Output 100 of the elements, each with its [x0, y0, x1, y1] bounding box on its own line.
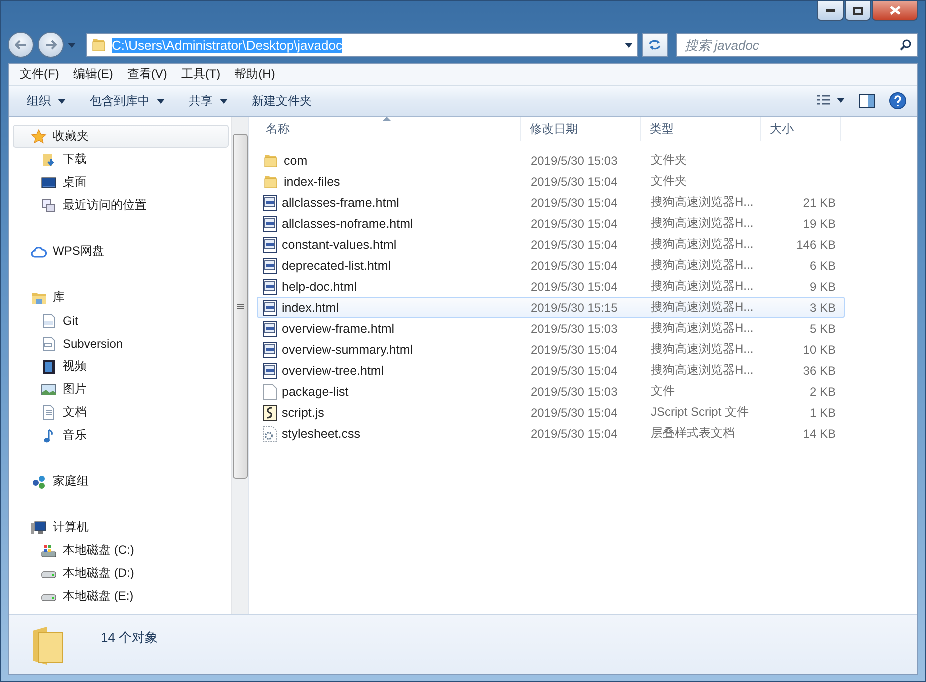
star-icon [31, 128, 47, 144]
file-type: 搜狗高速浏览器H... [650, 194, 755, 211]
navigation-item[interactable]: WPS网盘 [13, 240, 229, 263]
navigation-item[interactable]: 家庭组 [13, 470, 229, 493]
modified-date: 2019/5/30 15:04 [530, 196, 619, 210]
homegroup-icon [31, 474, 47, 490]
file-row[interactable]: overview-summary.html 2019/5/30 15:04 搜狗高速浏览器H... 10 KB [257, 339, 845, 360]
navigation-item[interactable]: Git [13, 309, 229, 332]
column-header[interactable]: 修改日期 [521, 117, 641, 141]
navigation-item[interactable]: 本地磁盘 (D:) [13, 562, 229, 585]
file-size: 9 KB [808, 280, 837, 294]
menu-item[interactable]: 查看(V) [120, 66, 174, 83]
scrollbar[interactable] [231, 117, 248, 614]
minimize-icon [826, 9, 835, 12]
help-icon[interactable] [889, 92, 907, 110]
modified-date: 2019/5/30 15:04 [530, 216, 619, 230]
file-name: allclasses-noframe.html [282, 216, 414, 230]
close-button[interactable] [872, 1, 918, 21]
file-size: 2 KB [808, 384, 837, 398]
file-row[interactable]: help-doc.html 2019/5/30 15:04 搜狗高速浏览器H... 9 KB [257, 276, 845, 297]
navigation-item[interactable]: 本地磁盘 (E:) [13, 585, 229, 608]
navigation-item[interactable]: 音乐 [13, 424, 229, 447]
navigation-label: 本地磁盘 (C:) [63, 542, 134, 559]
folder-icon [91, 37, 107, 53]
file-row[interactable]: overview-tree.html 2019/5/30 15:04 搜狗高速浏览器H... 36 KB [257, 360, 845, 381]
menu-item[interactable]: 帮助(H) [228, 66, 282, 83]
gear-file-icon [263, 426, 277, 442]
file-size: 36 KB [802, 364, 837, 378]
refresh-button[interactable] [642, 33, 668, 57]
preview-pane-icon[interactable] [859, 94, 875, 108]
file-type: JScript Script 文件 [650, 404, 750, 421]
caret-icon [58, 98, 66, 104]
navigation-item[interactable]: 文档 [13, 401, 229, 424]
scrollbar-thumb[interactable] [232, 134, 248, 479]
toolbar-button[interactable]: 组织 [15, 89, 78, 113]
navigation-item[interactable]: 桌面 [13, 171, 229, 194]
file-name: stylesheet.css [282, 426, 361, 440]
navigation-item[interactable]: 本地磁盘 (C:) [13, 539, 229, 562]
navigation-item[interactable]: 库 [13, 286, 229, 309]
navigation-item[interactable]: 收藏夹 [13, 125, 229, 148]
file-row[interactable]: index.html 2019/5/30 15:15 搜狗高速浏览器H... 3 KB [257, 297, 845, 318]
computer-icon [31, 520, 47, 536]
navigation-label: 家庭组 [53, 473, 89, 490]
grip-icon [236, 304, 244, 310]
navigation-item[interactable]: 视频 [13, 355, 229, 378]
navigation-item[interactable]: 下载 [13, 148, 229, 171]
navigation-label: 库 [53, 289, 65, 306]
file-row[interactable]: allclasses-frame.html 2019/5/30 15:04 搜狗高速浏览器H... 21 KB [257, 192, 845, 213]
file-row[interactable]: constant-values.html 2019/5/30 15:04 搜狗高速浏览器H... 146 KB [257, 234, 845, 255]
search-icon [900, 39, 912, 51]
hard-drive-icon [41, 542, 57, 558]
caret-icon [220, 98, 228, 104]
forward-button[interactable] [38, 32, 64, 58]
menu-item[interactable]: 编辑(E) [66, 66, 120, 83]
history-caret-icon [68, 42, 76, 48]
modified-date: 2019/5/30 15:04 [530, 406, 619, 420]
folder-icon [263, 152, 279, 168]
toolbar-button[interactable]: 包含到库中 [78, 89, 177, 113]
web-page-icon [263, 216, 277, 232]
toolbar-button[interactable]: 新建文件夹 [240, 89, 324, 113]
column-header[interactable]: 名称 [257, 117, 521, 141]
toolbar-button[interactable]: 共享 [177, 89, 240, 113]
web-page-icon [263, 320, 277, 336]
document-icon [41, 312, 57, 328]
file-row[interactable]: deprecated-list.html 2019/5/30 15:04 搜狗高速浏览器H... 6 KB [257, 255, 845, 276]
toolbar-label: 包含到库中 [90, 92, 150, 110]
web-page-icon [263, 258, 277, 274]
column-header[interactable]: 类型 [641, 117, 761, 141]
minimize-button[interactable] [817, 1, 844, 21]
menu-item[interactable]: 文件(F) [13, 66, 66, 83]
file-name: deprecated-list.html [282, 258, 392, 272]
navigation-item[interactable]: 图片 [13, 378, 229, 401]
modified-date: 2019/5/30 15:04 [530, 238, 619, 252]
file-type: 文件夹 [650, 173, 688, 190]
column-header[interactable]: 大小 [761, 117, 841, 141]
maximize-button[interactable] [845, 1, 871, 21]
navigation-label: 计算机 [53, 519, 89, 536]
search-field[interactable]: 搜索 javadoc [676, 33, 918, 57]
file-row[interactable]: allclasses-noframe.html 2019/5/30 15:04 搜狗高速浏览器H... 19 KB [257, 213, 845, 234]
back-button[interactable] [8, 32, 34, 58]
navigation-item[interactable]: Subversion [13, 332, 229, 355]
navigation-item[interactable]: 计算机 [13, 516, 229, 539]
download-folder-icon [41, 152, 57, 168]
close-icon [890, 6, 900, 15]
file-row[interactable]: overview-frame.html 2019/5/30 15:03 搜狗高速浏览器H... 5 KB [257, 318, 845, 339]
file-row[interactable]: index-files 2019/5/30 15:04 文件夹 [257, 171, 845, 192]
sort-arrow-icon [383, 117, 392, 121]
file-row[interactable]: com 2019/5/30 15:03 文件夹 [257, 150, 845, 171]
file-row[interactable]: stylesheet.css 2019/5/30 15:04 层叠样式表文档 14 KB [257, 423, 845, 444]
modified-date: 2019/5/30 15:04 [530, 174, 619, 188]
menu-item[interactable]: 工具(T) [174, 66, 228, 83]
toolbar-label: 新建文件夹 [252, 92, 312, 110]
file-row[interactable]: package-list 2019/5/30 15:03 文件 2 KB [257, 381, 845, 402]
script-file-icon [263, 404, 277, 420]
file-row[interactable]: script.js 2019/5/30 15:04 JScript Script 文件 1 KB [257, 402, 845, 423]
file-size: 3 KB [808, 300, 837, 314]
view-options-icon[interactable] [817, 95, 845, 107]
file-type: 搜狗高速浏览器H... [650, 362, 755, 379]
navigation-item[interactable]: 最近访问的位置 [13, 194, 229, 217]
file-size: 10 KB [802, 342, 837, 356]
